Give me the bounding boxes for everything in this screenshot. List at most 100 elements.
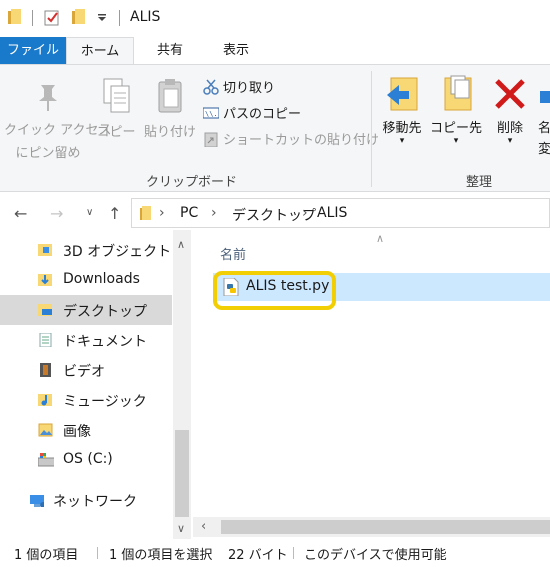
scrollbar-thumb[interactable] (175, 430, 189, 517)
downloads-icon (38, 274, 52, 286)
music-icon (38, 394, 52, 406)
clipboard-group-label: クリップボード (146, 175, 238, 190)
new-folder-icon[interactable] (72, 9, 86, 25)
forward-button[interactable]: → (50, 204, 63, 223)
pictures-icon (38, 423, 53, 437)
ribbon: クイック アクセス にピン留め コピー 貼り付け 切り取り \\.. (0, 64, 550, 192)
nav-item-label: ネットワーク (53, 494, 137, 510)
properties-icon[interactable] (44, 9, 62, 27)
copy-to-dropdown-icon: ▾ (453, 136, 459, 146)
status-size: 22 バイト (228, 548, 288, 563)
file-list-horizontal-scrollbar[interactable]: ‹ (193, 517, 550, 537)
navigation-bar: ← → ∨ ↑ › PC › デスクトップ › ALIS (0, 196, 550, 230)
rename-label-line-2: 変 (538, 142, 550, 157)
paste-shortcut-button[interactable]: ショートカットの貼り付け (203, 129, 379, 148)
nav-item-music[interactable]: ミュージック (0, 385, 172, 415)
move-to-label: 移動先 (382, 121, 422, 136)
3d-objects-icon (38, 244, 52, 256)
nav-item-documents[interactable]: ドキュメント (0, 325, 172, 355)
up-button[interactable]: ↑ (108, 204, 121, 223)
copy-icon (103, 78, 130, 113)
rename-button[interactable]: 名 変 (538, 75, 550, 157)
status-divider (97, 547, 98, 559)
nav-item-label: ビデオ (63, 364, 105, 380)
customize-toolbar-icon[interactable] (97, 14, 107, 22)
pin-icon (39, 85, 57, 111)
scissors-icon (203, 79, 219, 95)
copy-path-label: パスのコピー (223, 107, 302, 122)
navigation-pane-scrollbar[interactable]: ∧ ∨ (173, 230, 191, 539)
tab-file[interactable]: ファイル (0, 37, 66, 65)
paste-button[interactable]: 貼り付け (142, 77, 198, 140)
cut-button[interactable]: 切り取り (203, 77, 275, 96)
nav-item-videos[interactable]: ビデオ (0, 355, 172, 385)
tab-home[interactable]: ホーム (66, 37, 134, 65)
column-header-name[interactable]: 名前 (220, 244, 246, 263)
sort-ascending-icon: ∧ (376, 232, 385, 245)
nav-item-label: Downloads (63, 271, 140, 287)
folder-icon (8, 9, 21, 24)
copy-path-button[interactable]: \\.. パスのコピー (203, 103, 301, 122)
tab-view[interactable]: 表示 (206, 37, 266, 65)
scroll-down-icon[interactable]: ∨ (177, 522, 185, 535)
paste-icon (158, 79, 182, 113)
nav-item-pictures[interactable]: 画像 (0, 415, 172, 445)
svg-text:\\..: \\.. (205, 110, 219, 118)
status-item-count: 1 個の項目 (14, 548, 79, 563)
scrollbar-thumb[interactable] (221, 520, 550, 534)
copy-path-icon: \\.. (203, 107, 219, 118)
tab-share[interactable]: 共有 (140, 37, 200, 65)
title-bar: ALIS (0, 0, 550, 37)
nav-item-label: デスクトップ (63, 304, 147, 320)
delete-icon (495, 79, 525, 109)
address-bar[interactable]: › PC › デスクトップ › ALIS (131, 198, 550, 228)
breadcrumb-pc[interactable]: PC (180, 205, 198, 221)
highlight-annotation (213, 271, 336, 310)
breadcrumb-separator[interactable]: › (211, 205, 217, 221)
move-to-icon (387, 77, 418, 111)
scroll-left-icon[interactable]: ‹ (201, 519, 206, 534)
breadcrumb-separator[interactable]: › (302, 205, 308, 221)
delete-label: 削除 (496, 121, 523, 136)
nav-item-3d-objects[interactable]: 3D オブジェクト (0, 235, 172, 265)
status-availability: このデバイスで使用可能 (304, 548, 447, 563)
nav-item-label: ミュージック (63, 394, 147, 410)
navigation-pane: 3D オブジェクト Downloads デスクトップ ドキュメント ビデオ ミュ… (0, 230, 193, 539)
nav-item-label: ドキュメント (63, 334, 147, 350)
paste-shortcut-label: ショートカットの貼り付け (223, 133, 380, 148)
delete-button[interactable]: 削除 ▾ (488, 75, 532, 146)
breadcrumb-alis[interactable]: ALIS (317, 205, 347, 221)
folder-icon (140, 206, 151, 220)
pin-label-line-2: にピン留め (15, 146, 81, 161)
documents-icon (39, 333, 52, 347)
nav-item-desktop[interactable]: デスクトップ (0, 295, 172, 325)
copy-to-icon (444, 75, 472, 111)
paste-shortcut-icon (204, 132, 218, 147)
copy-button[interactable]: コピー (96, 77, 136, 140)
nav-item-os-drive[interactable]: OS (C:) (0, 445, 172, 475)
nav-item-label: OS (C:) (63, 451, 113, 467)
delete-dropdown-icon: ▾ (507, 136, 513, 146)
divider (32, 10, 33, 26)
copy-label: コピー (96, 125, 136, 140)
pin-to-quick-access-button[interactable]: クイック アクセス にピン留め (4, 81, 111, 161)
nav-item-network[interactable]: ネットワーク (0, 485, 172, 515)
move-to-button[interactable]: 移動先 ▾ (376, 75, 428, 146)
rename-icon (540, 91, 550, 103)
nav-item-label: 3D オブジェクト (63, 244, 172, 260)
ribbon-tabs: ファイル ホーム 共有 表示 (0, 37, 550, 65)
rename-label: 名 (538, 121, 550, 136)
paste-label: 貼り付け (143, 125, 196, 140)
scroll-up-icon[interactable]: ∧ (177, 238, 185, 251)
status-selection: 1 個の項目を選択 (109, 548, 213, 563)
recent-locations-dropdown-icon[interactable]: ∨ (86, 207, 93, 218)
move-to-dropdown-icon: ▾ (399, 136, 405, 146)
drive-icon (38, 453, 54, 467)
nav-item-label: 画像 (63, 424, 91, 440)
copy-to-button[interactable]: コピー先 ▾ (430, 75, 482, 146)
group-divider (371, 71, 372, 187)
breadcrumb-separator[interactable]: › (159, 205, 165, 221)
status-bar: 1 個の項目 1 個の項目を選択 22 バイト このデバイスで使用可能 (0, 539, 550, 567)
nav-item-downloads[interactable]: Downloads (0, 265, 172, 295)
back-button[interactable]: ← (14, 204, 27, 223)
